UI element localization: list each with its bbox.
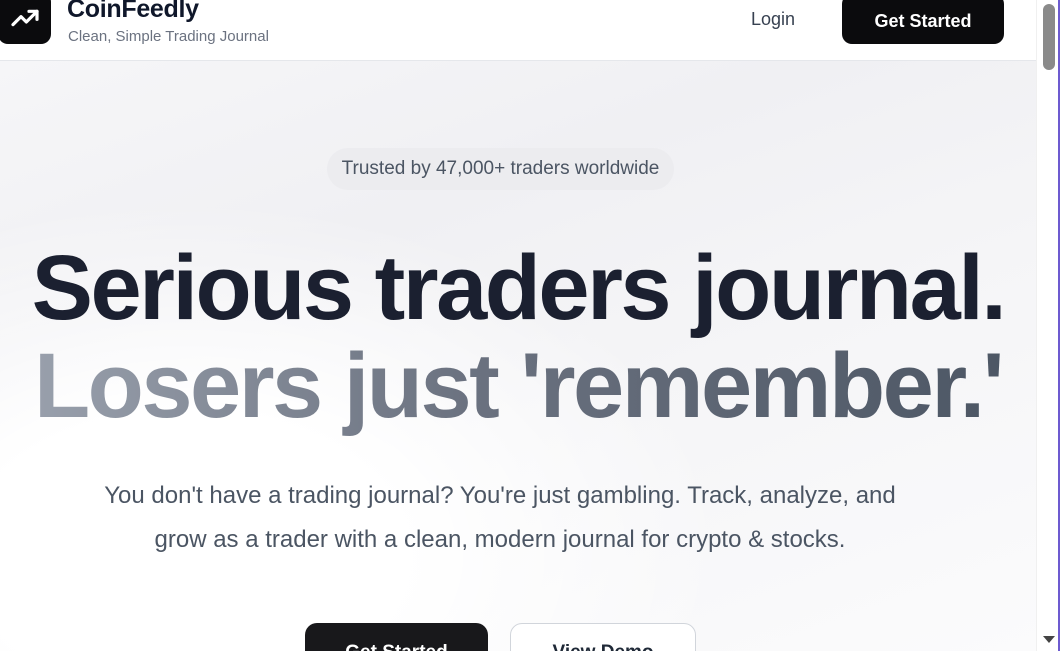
scroll-down-arrow-icon[interactable] bbox=[1043, 636, 1055, 643]
scrollbar-thumb[interactable] bbox=[1043, 4, 1055, 70]
brand-tagline: Clean, Simple Trading Journal bbox=[68, 28, 269, 45]
logo[interactable] bbox=[0, 0, 51, 44]
login-link[interactable]: Login bbox=[751, 8, 795, 30]
trusted-badge: Trusted by 47,000+ traders worldwide bbox=[327, 148, 674, 190]
get-started-button[interactable]: Get Started bbox=[842, 0, 1004, 44]
hero-headline-line1: Serious traders journal. bbox=[31, 237, 1007, 339]
site-header: CoinFeedly Clean, Simple Trading Journal… bbox=[0, 0, 1036, 61]
landing-page: CoinFeedly Clean, Simple Trading Journal… bbox=[0, 0, 1036, 651]
hero-subtext: You don't have a trading journal? You're… bbox=[0, 474, 1000, 562]
hero-headline-line2: Losers just 'remember.' bbox=[0, 336, 1036, 436]
brand-name[interactable]: CoinFeedly bbox=[67, 0, 199, 24]
view-demo-button[interactable]: View Demo bbox=[510, 623, 696, 651]
hero-subtext-line1: You don't have a trading journal? You're… bbox=[104, 482, 896, 509]
hero-subtext-line2: grow as a trader with a clean, modern jo… bbox=[154, 526, 846, 553]
vertical-scrollbar[interactable] bbox=[1036, 0, 1060, 651]
trending-up-icon bbox=[10, 9, 39, 27]
hero-get-started-button[interactable]: Get Started bbox=[305, 623, 488, 651]
